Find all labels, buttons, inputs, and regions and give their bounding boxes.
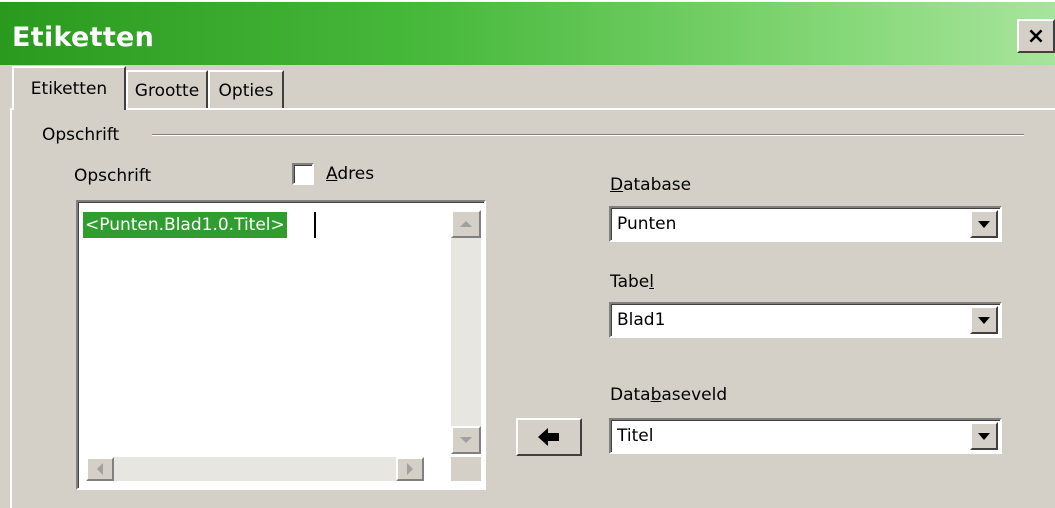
table-label: Tabel (610, 272, 654, 292)
database-field-value: Titel (617, 426, 654, 446)
database-value: Punten (617, 214, 677, 234)
database-label-rest: atabase (623, 175, 692, 195)
database-field-label: Databaseveld (610, 385, 727, 405)
arrow-up-icon (460, 221, 472, 227)
database-select[interactable]: Punten (609, 206, 1002, 242)
table-value: Blad1 (617, 310, 666, 330)
database-label: Database (610, 175, 691, 195)
scroll-up-button[interactable] (451, 210, 481, 238)
scroll-left-button[interactable] (86, 457, 114, 481)
inscription-textarea[interactable]: <Punten.Blad1.0.Titel> (76, 200, 486, 490)
scroll-right-button[interactable] (396, 457, 424, 481)
arrow-left-icon (538, 428, 559, 446)
tab-grootte[interactable]: Grootte (126, 70, 208, 110)
table-dropdown-button[interactable] (970, 306, 998, 334)
address-mnemonic: A (326, 164, 338, 184)
tab-label: Grootte (134, 81, 200, 101)
address-label[interactable]: Adres (326, 164, 374, 184)
arrow-down-icon (460, 437, 472, 443)
table-label-pre: Tabe (610, 272, 650, 292)
database-mnemonic: D (610, 175, 624, 195)
close-icon: × (1026, 23, 1046, 49)
database-dropdown-button[interactable] (970, 210, 998, 238)
database-field-select[interactable]: Titel (609, 418, 1002, 454)
horizontal-scrollbar[interactable] (86, 457, 424, 481)
group-title: Opschrift (42, 125, 126, 145)
database-field-dropdown-button[interactable] (970, 422, 998, 450)
scroll-down-button[interactable] (451, 426, 481, 454)
tab-etiketten[interactable]: Etiketten (12, 66, 126, 110)
arrow-left-small-icon (97, 463, 103, 475)
tab-label: Opties (218, 81, 274, 101)
inscription-label: Opschrift (74, 166, 152, 186)
chevron-down-icon (978, 220, 990, 228)
inscription-text: <Punten.Blad1.0.Titel> (83, 212, 287, 238)
title-bar: Etiketten × (0, 0, 1055, 65)
address-checkbox[interactable] (292, 163, 314, 185)
insert-field-button[interactable] (516, 418, 582, 456)
chevron-down-icon (978, 432, 990, 440)
vertical-scrollbar[interactable] (451, 210, 481, 454)
close-button[interactable]: × (1017, 19, 1055, 53)
chevron-down-icon (978, 316, 990, 324)
tab-opties[interactable]: Opties (208, 70, 284, 110)
scrollbar-corner (451, 457, 481, 481)
database-field-label-rest: aseveld (661, 385, 728, 405)
database-field-mnemonic: b (650, 385, 662, 405)
table-select[interactable]: Blad1 (609, 302, 1002, 338)
window-title: Etiketten (12, 22, 155, 53)
tab-label: Etiketten (30, 79, 108, 99)
address-label-rest: dres (337, 164, 375, 184)
text-caret (314, 212, 316, 238)
arrow-right-small-icon (407, 463, 413, 475)
table-mnemonic: l (649, 272, 654, 292)
database-field-label-pre: Data (610, 385, 651, 405)
group-divider (152, 134, 1024, 136)
